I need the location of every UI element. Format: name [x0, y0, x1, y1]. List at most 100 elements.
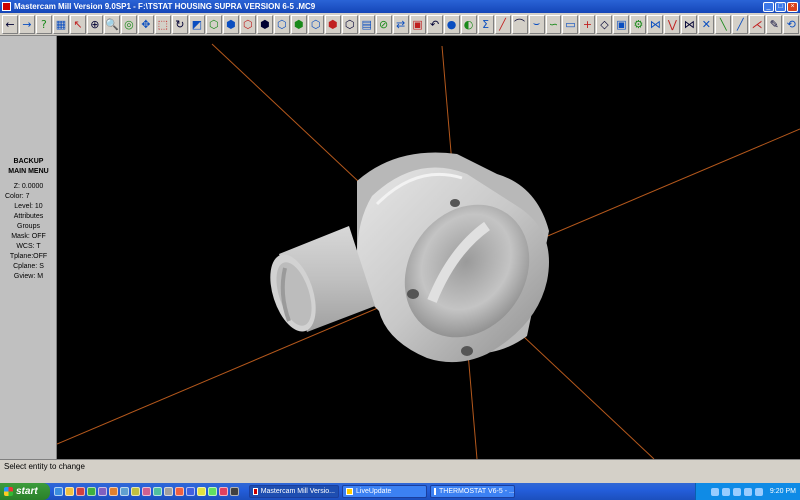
toolbar-button[interactable]: ⬢ — [222, 14, 239, 34]
tplane-status[interactable]: Tplane:OFF — [2, 252, 55, 261]
toolbar-button[interactable]: ⇄ — [392, 14, 409, 34]
app-icon-3[interactable] — [109, 487, 118, 496]
toolbar-button[interactable]: ∽ — [545, 14, 562, 34]
task-mastercam[interactable]: Mastercam Mill Versio... — [249, 485, 339, 498]
toolbar-button[interactable]: ⊘ — [375, 14, 392, 34]
toolbar-button[interactable]: ⚙ — [630, 14, 647, 34]
toolbar-button[interactable]: ╱ — [494, 14, 511, 34]
groups-button[interactable]: Groups — [2, 222, 55, 231]
main-menu-button[interactable]: MAIN MENU — [2, 167, 55, 176]
task-liveupdate[interactable]: LiveUpdate — [342, 485, 427, 498]
viewport-canvas[interactable] — [57, 36, 800, 459]
toolbar-button[interactable]: ⌒ — [511, 14, 528, 34]
toolbar-button[interactable]: ▣ — [409, 14, 426, 34]
attributes-button[interactable]: Attributes — [2, 212, 55, 221]
app-icon-12[interactable] — [208, 487, 217, 496]
app-icon-5[interactable] — [131, 487, 140, 496]
app-icon-14[interactable] — [230, 487, 239, 496]
tray-icon-4[interactable] — [743, 487, 752, 496]
toolbar-button[interactable]: ⋈ — [647, 14, 664, 34]
toolbar-button[interactable]: ▭ — [562, 14, 579, 34]
tray-icon-5[interactable] — [754, 487, 763, 496]
maximize-button[interactable]: □ — [775, 1, 786, 12]
close-button[interactable]: × — [787, 1, 798, 12]
media-icon[interactable] — [76, 487, 85, 496]
clear-icon: ⊘ — [379, 17, 389, 31]
gview-status[interactable]: Gview: M — [2, 272, 55, 281]
tray-icon-2[interactable] — [721, 487, 730, 496]
clock[interactable]: 9:20 PM — [770, 488, 796, 495]
toolbar-button[interactable]: ↻ — [171, 14, 188, 34]
app-icon-9[interactable] — [175, 487, 184, 496]
app-icon-7[interactable] — [153, 487, 162, 496]
toolbar-button[interactable]: ↶ — [426, 14, 443, 34]
view-top-icon: ⬡ — [209, 17, 219, 31]
view-side-icon: ⬡ — [242, 17, 253, 31]
task-thermostat[interactable]: THERMOSTAT V6-5 - ... — [430, 485, 515, 498]
app-icon-6[interactable] — [142, 487, 151, 496]
toolbar-button[interactable]: + — [579, 14, 596, 34]
toolbar-button[interactable]: ⬢ — [324, 14, 341, 34]
toolbar-button[interactable]: ⬡ — [307, 14, 324, 34]
toolbar-button[interactable]: ◎ — [120, 14, 137, 34]
toolbar-button[interactable]: ⬡ — [239, 14, 256, 34]
tray-icon-3[interactable] — [732, 487, 741, 496]
toolbar-button[interactable]: ⋁ — [664, 14, 681, 34]
wcs-status[interactable]: WCS: T — [2, 242, 55, 251]
toolbar-button[interactable]: ⊕ — [86, 14, 103, 34]
app-icon-2[interactable] — [98, 487, 107, 496]
toolbar-button[interactable]: ⟲ — [783, 14, 800, 34]
start-button[interactable]: start — [0, 483, 50, 500]
toolbar-button[interactable]: 🔍 — [103, 14, 120, 34]
browser-icon[interactable] — [54, 487, 63, 496]
app-icon-10[interactable] — [186, 487, 195, 496]
toolbar-button[interactable]: ⋈ — [681, 14, 698, 34]
toolbar-button[interactable]: ╲ — [715, 14, 732, 34]
toolbar-button[interactable]: ⌣ — [528, 14, 545, 34]
mastercam-app-icon[interactable] — [2, 2, 11, 11]
toolbar-button[interactable]: ? — [35, 14, 52, 34]
mask-status[interactable]: Mask: OFF — [2, 232, 55, 241]
toolbar-button[interactable]: ◇ — [596, 14, 613, 34]
tray-icon-1[interactable] — [710, 487, 719, 496]
toolbar-button[interactable]: ◩ — [188, 14, 205, 34]
toolbar-button[interactable]: ← — [2, 14, 18, 34]
app-icon-8[interactable] — [164, 487, 173, 496]
toolbar-button[interactable]: ● — [443, 14, 460, 34]
left-menu-panel: BACKUP MAIN MENU Z: 0.0000 Color: 7 Leve… — [0, 36, 57, 459]
task-label: THERMOSTAT V6-5 - ... — [439, 488, 515, 495]
toolbar-button[interactable]: ✎ — [766, 14, 783, 34]
toolbar-button[interactable]: ▤ — [358, 14, 375, 34]
cube-icon: ⬢ — [327, 17, 338, 31]
minimize-button[interactable]: _ — [763, 1, 774, 12]
app-icon-13[interactable] — [219, 487, 228, 496]
toolbar-button[interactable]: ⬡ — [341, 14, 358, 34]
thermostat-housing-model[interactable] — [262, 152, 555, 363]
backup-button[interactable]: BACKUP — [2, 157, 55, 166]
toolbar-button[interactable]: ⬢ — [290, 14, 307, 34]
cplane-status[interactable]: Cplane: S — [2, 262, 55, 271]
toolbar-button[interactable]: ╱ — [732, 14, 749, 34]
toolbar-button[interactable]: ◐ — [460, 14, 477, 34]
toolbar-button[interactable]: ✥ — [137, 14, 154, 34]
app-icon-4[interactable] — [120, 487, 129, 496]
toolbar-button[interactable]: ⬡ — [273, 14, 290, 34]
app-icon-1[interactable] — [87, 487, 96, 496]
toolbar-button[interactable]: → — [18, 14, 35, 34]
toolbar-button[interactable]: ⬢ — [256, 14, 273, 34]
folder-icon[interactable] — [65, 487, 74, 496]
toolbar-button[interactable]: ✕ — [698, 14, 715, 34]
z-depth-status[interactable]: Z: 0.0000 — [2, 182, 55, 191]
toolbar-button[interactable]: ↖ — [69, 14, 86, 34]
app-icon-11[interactable] — [197, 487, 206, 496]
level-status[interactable]: Level: 10 — [2, 202, 55, 211]
graphics-viewport[interactable] — [57, 36, 800, 459]
toolbar-button[interactable]: Σ — [477, 14, 494, 34]
mastercam-task-icon — [253, 488, 258, 495]
toolbar-button[interactable]: ⬡ — [205, 14, 222, 34]
toolbar-button[interactable]: ⬚ — [154, 14, 171, 34]
toolbar-button[interactable]: ▣ — [613, 14, 630, 34]
toolbar-button[interactable]: ▦ — [52, 14, 69, 34]
color-status[interactable]: Color: 7 — [2, 192, 55, 201]
toolbar-button[interactable]: ⋌ — [749, 14, 766, 34]
